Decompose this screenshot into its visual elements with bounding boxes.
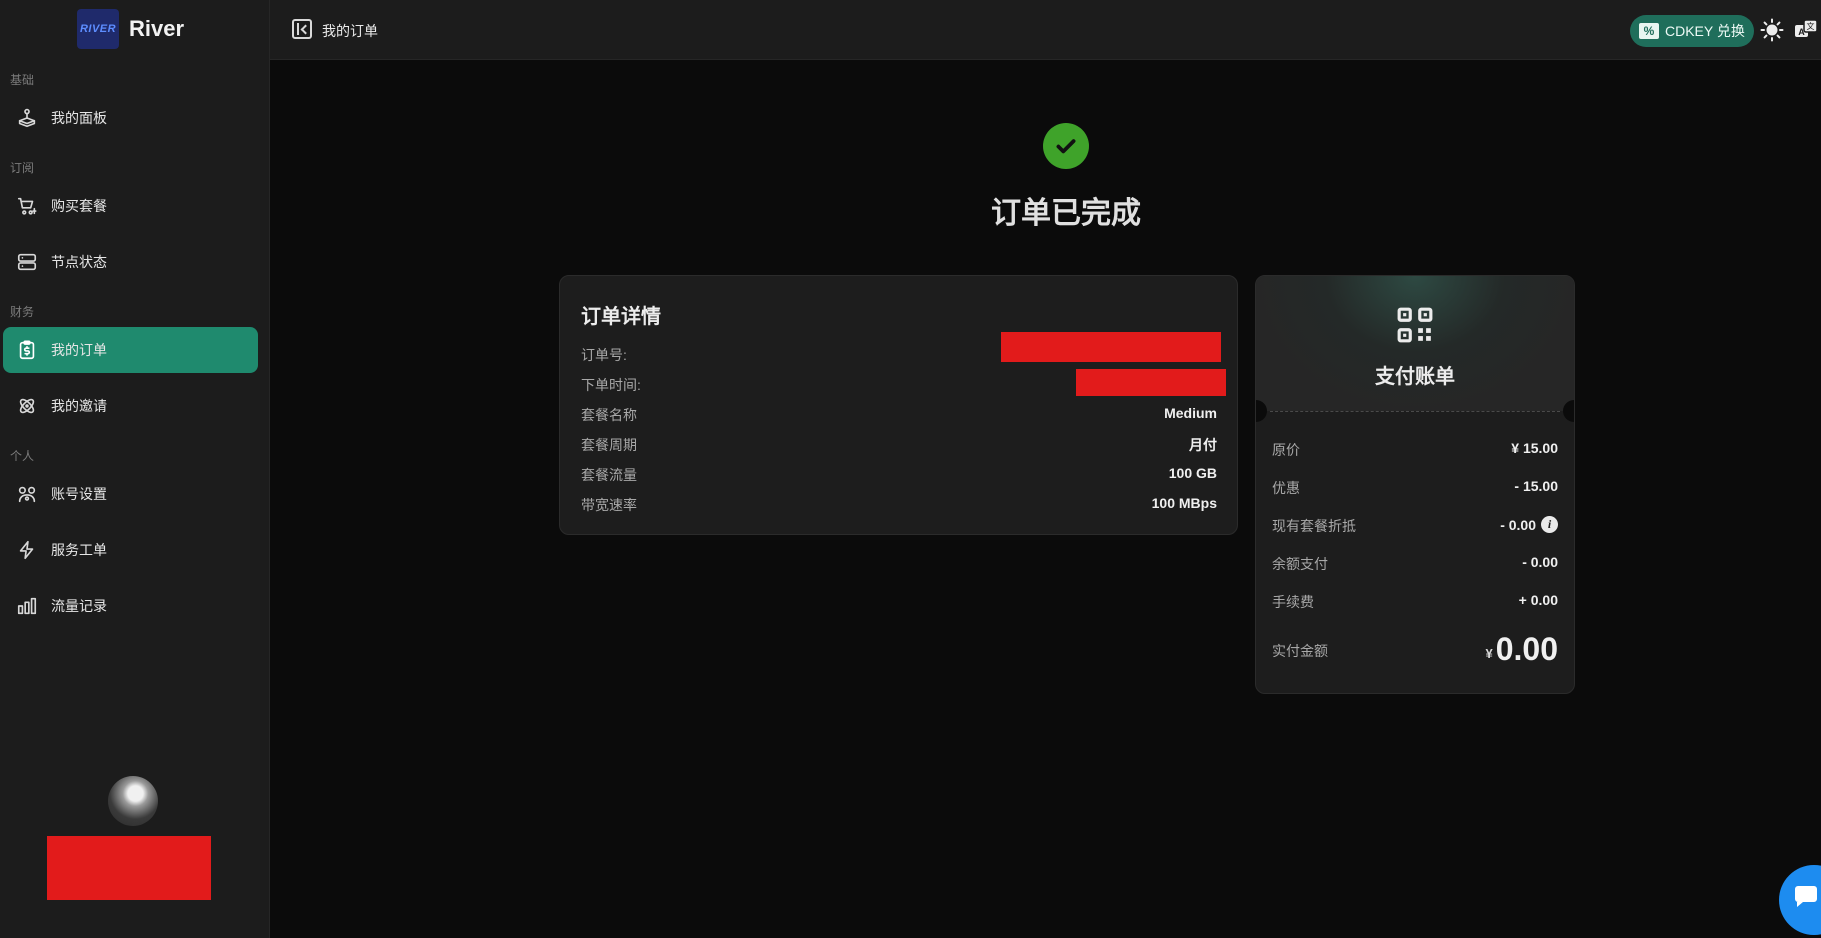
bill-row-plan-offset: 现有套餐折抵 - 0.00 i — [1272, 516, 1558, 538]
sidebar-item-my-invites[interactable]: 我的邀请 — [3, 383, 258, 429]
bill-value: + 0.00 — [1518, 592, 1558, 608]
bill-label: 优惠 — [1272, 480, 1300, 496]
detail-value: 100 MBps — [1151, 495, 1217, 511]
sidebar-item-buy-plan[interactable]: 购买套餐 — [3, 183, 258, 229]
translate-icon[interactable]: A 文 — [1794, 18, 1818, 42]
sidebar-item-label: 节点状态 — [51, 254, 107, 270]
cdkey-label: CDKEY 兑换 — [1665, 23, 1745, 39]
sidebar-item-traffic-log[interactable]: 流量记录 — [3, 583, 258, 629]
sidebar-item-service-tickets[interactable]: 服务工单 — [3, 527, 258, 573]
bar-chart-icon — [16, 595, 38, 617]
bill-label: 手续费 — [1272, 594, 1314, 610]
sidebar-item-my-orders[interactable]: 我的订单 — [3, 327, 258, 373]
bill-label: 余额支付 — [1272, 556, 1328, 572]
topbar: 我的订单 % CDKEY 兑换 A 文 — [270, 0, 1821, 60]
detail-label: 套餐流量 — [581, 467, 637, 483]
page-title: 我的订单 — [322, 23, 378, 39]
detail-value: 100 GB — [1168, 465, 1217, 481]
bill-row-discount: 优惠 - 15.00 — [1272, 478, 1558, 500]
cart-icon — [16, 195, 38, 217]
svg-text:文: 文 — [1807, 21, 1815, 31]
sidebar-item-label: 我的邀请 — [51, 398, 107, 414]
svg-text:A: A — [1798, 27, 1805, 37]
order-status-title: 订单已完成 — [991, 197, 1141, 230]
bill-label: 现有套餐折抵 — [1272, 518, 1356, 534]
avatar[interactable] — [108, 776, 158, 826]
bill-value: ¥ 15.00 — [1511, 440, 1558, 456]
bill-title: 支付账单 — [1375, 366, 1455, 388]
clipboard-dollar-icon — [16, 339, 38, 361]
sidebar-item-label: 服务工单 — [51, 542, 107, 558]
sidebar-item-node-status[interactable]: 节点状态 — [3, 239, 258, 285]
bill-divider — [1270, 411, 1560, 412]
ticket-percent-icon: % — [1639, 23, 1659, 39]
sidebar-item-label: 流量记录 — [51, 598, 107, 614]
sidebar-item-label: 购买套餐 — [51, 198, 107, 214]
bill-label: 原价 — [1272, 442, 1300, 458]
sidebar-item-account-settings[interactable]: 账号设置 — [3, 471, 258, 517]
sidebar-item-label: 我的订单 — [51, 342, 107, 358]
bill-row-balance-payment: 余额支付 - 0.00 — [1272, 554, 1558, 576]
bolt-icon — [16, 539, 38, 561]
detail-row-plan-traffic: 套餐流量 100 GB — [581, 465, 1217, 485]
ticket-notch-right — [1563, 400, 1574, 422]
detail-label: 套餐名称 — [581, 407, 637, 423]
brand-logo: RIVER — [77, 9, 119, 49]
section-label-basic: 基础 — [10, 73, 35, 87]
detail-label: 套餐周期 — [581, 437, 637, 453]
detail-row-plan-period: 套餐周期 月付 — [581, 435, 1217, 455]
sidebar: RIVER River 基础 我的面板 订阅 购买套餐 节点状态 财务 我的订单… — [0, 0, 270, 938]
detail-row-bandwidth: 带宽速率 100 MBps — [581, 495, 1217, 515]
detail-value: 月付 — [1189, 437, 1217, 453]
bill-value: - 0.00 — [1500, 516, 1536, 533]
detail-label: 订单号: — [581, 347, 627, 363]
brand-name: River — [129, 16, 185, 41]
qr-code-icon — [1397, 307, 1433, 343]
detail-value: Medium — [1164, 405, 1217, 421]
sidebar-item-label: 我的面板 — [51, 110, 107, 126]
info-icon[interactable]: i — [1541, 516, 1558, 533]
section-label-finance: 财务 — [10, 305, 35, 319]
currency-symbol: ¥ — [1485, 646, 1493, 661]
sun-icon[interactable] — [1760, 18, 1784, 42]
bill-value: - 15.00 — [1514, 478, 1558, 494]
total-amount: 0.00 — [1495, 631, 1558, 667]
section-label-personal: 个人 — [10, 449, 35, 463]
sidebar-item-dashboard[interactable]: 我的面板 — [3, 95, 258, 141]
bill-row-fee: 手续费 + 0.00 — [1272, 592, 1558, 614]
sidebar-item-label: 账号设置 — [51, 486, 107, 502]
user-settings-icon — [16, 483, 38, 505]
bill-value: - 0.00 — [1522, 554, 1558, 570]
cdkey-redeem-button[interactable]: % CDKEY 兑换 — [1630, 15, 1754, 47]
payment-bill-card: 支付账单 原价 ¥ 15.00 优惠 - 15.00 现有套餐折抵 - 0.00… — [1255, 275, 1575, 694]
redacted-order-number — [1001, 332, 1221, 362]
order-details-title: 订单详情 — [581, 306, 661, 328]
section-label-subscription: 订阅 — [10, 161, 35, 175]
sidebar-collapse-icon[interactable] — [292, 19, 312, 39]
chat-support-button[interactable] — [1779, 865, 1821, 935]
bill-row-total: 实付金额 ¥ 0.00 — [1272, 631, 1558, 671]
bill-row-original-price: 原价 ¥ 15.00 — [1272, 440, 1558, 462]
bill-value-with-info: - 0.00 i — [1500, 516, 1558, 533]
dashboard-icon — [16, 107, 38, 129]
chat-bubble-icon — [1795, 886, 1817, 907]
server-icon — [16, 251, 38, 273]
atom-icon — [16, 395, 38, 417]
detail-label: 带宽速率 — [581, 497, 637, 513]
check-circle-icon — [1043, 123, 1089, 169]
detail-label: 下单时间: — [581, 377, 641, 393]
brand[interactable]: RIVER River — [77, 9, 184, 49]
redacted-order-time — [1076, 369, 1226, 396]
detail-row-plan-name: 套餐名称 Medium — [581, 405, 1217, 425]
order-details-card: 订单详情 订单号: 下单时间: 套餐名称 Medium 套餐周期 月付 套餐流量… — [559, 275, 1238, 535]
bill-total-value: ¥ 0.00 — [1485, 631, 1558, 668]
redacted-username — [47, 836, 211, 900]
bill-total-label: 实付金额 — [1272, 643, 1328, 659]
